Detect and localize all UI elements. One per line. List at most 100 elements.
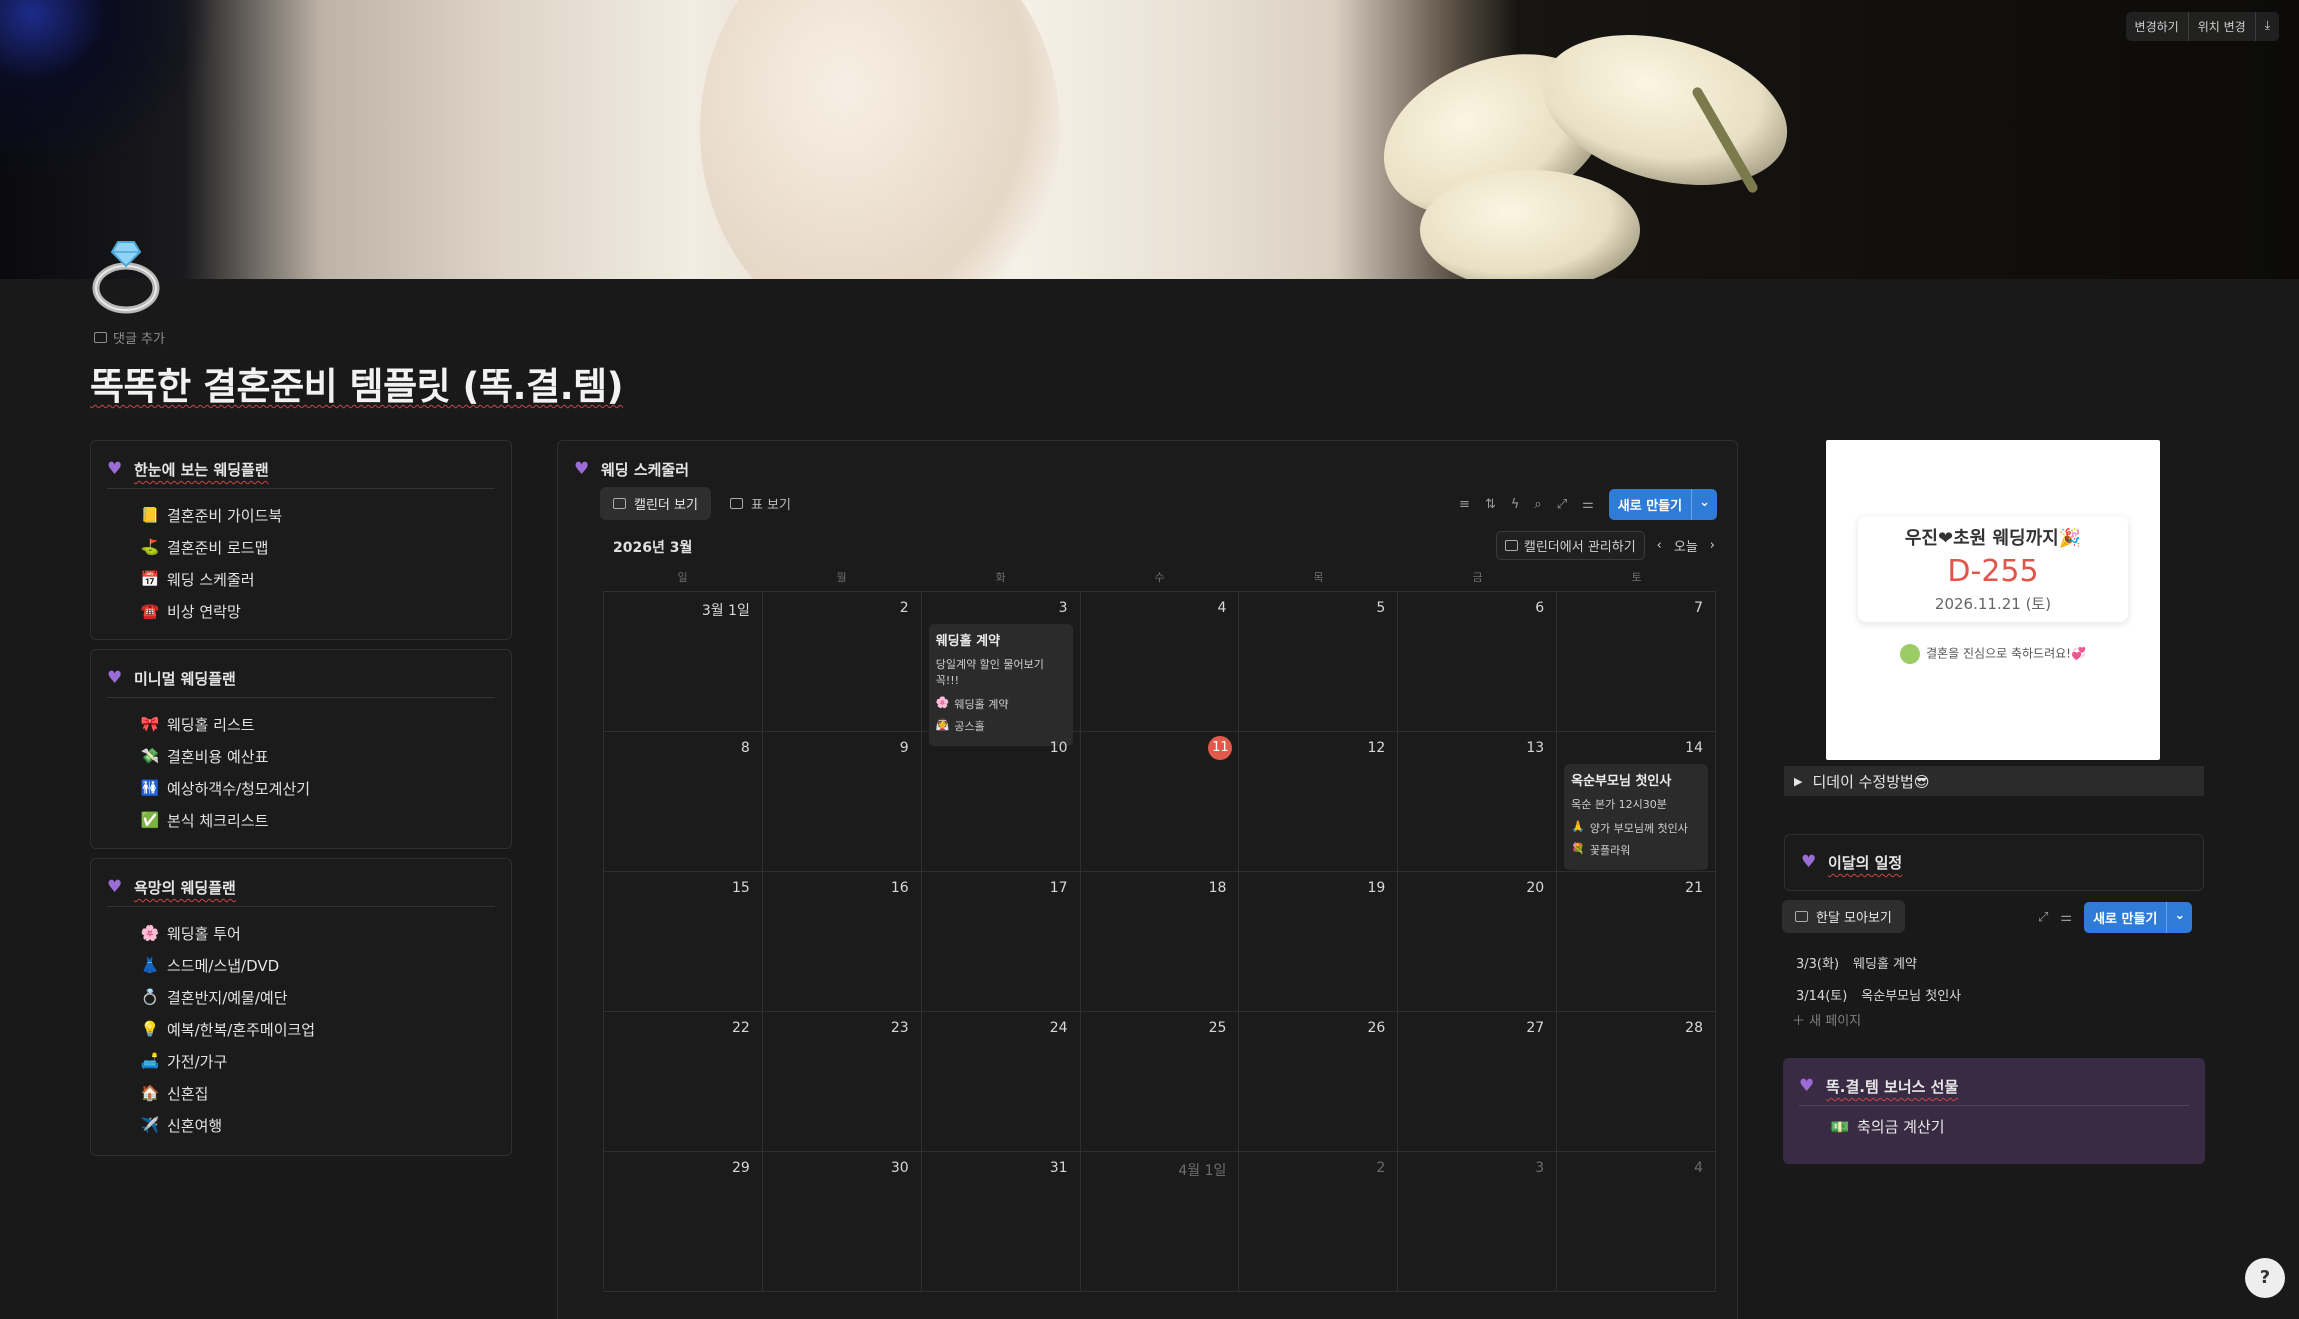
sort-icon[interactable]: ⇅ [1485,497,1496,512]
list-item[interactable]: 3/3(화) 웨딩홀 계약 [1796,946,1961,978]
calendar-day-cell[interactable]: 5 [1239,592,1399,732]
calendar-day-cell[interactable]: 30 [762,1152,922,1292]
ring-icon[interactable] [88,236,168,316]
event-description: 당일계약 할인 물어보기 꼭!!! [935,658,1044,687]
calendar-icon [1795,911,1808,922]
calendar-day-cell[interactable]: 14 옥순부모님 첫인사 옥순 본가 12시30분 🙏 양가 부모님께 첫인사 💐 꽃플라워 [1557,732,1716,872]
link-venue-list[interactable]: 🎀 웨딩홀 리스트 [141,708,511,740]
search-icon[interactable]: ⌕ [1534,497,1541,512]
settings-icon[interactable]: ⚌ [1582,497,1594,512]
calendar-day-cell[interactable]: 10 [921,732,1081,872]
chevron-down-icon[interactable]: ⌄ [2166,902,2192,933]
calendar-day-cell[interactable]: 17 [921,872,1081,1012]
link-contacts[interactable]: ☎️ 비상 연락망 [141,595,511,627]
new-button[interactable]: 새로 만들기 ⌄ [1608,489,1717,520]
calendar-day-cell[interactable]: 13 [1398,732,1558,872]
calendar-day-cell[interactable]: 7 [1557,592,1716,732]
calendar-day-cell[interactable]: 20 [1398,872,1558,1012]
weekday-label: 토 [1631,571,1642,584]
calendar-icon [613,498,626,509]
link-gift-calculator[interactable]: 💵 축의금 계산기 [1831,1116,2205,1137]
link-scheduler[interactable]: 📅 웨딩 스케줄러 [141,563,511,595]
expand-icon[interactable]: ⤢ [1557,497,1567,512]
day-number: 10 [1049,740,1068,756]
dday-toggle[interactable]: ▶ 디데이 수정방법😎 [1784,766,2204,796]
change-cover-button[interactable]: 변경하기 [2126,12,2188,41]
link-venue-tour[interactable]: 🌸 웨딩홀 투어 [141,917,511,949]
panel-title: 욕망의 웨딩플랜 [134,879,236,897]
link-guest-calc[interactable]: 🚻 예상하객수/청모계산기 [141,772,511,804]
calendar-day-cell[interactable]: 24 [921,1012,1081,1152]
chevron-down-icon[interactable]: ⌄ [1691,489,1717,520]
calendar-day-cell[interactable]: 25 [1080,1012,1240,1152]
tab-month-all[interactable]: 한달 모아보기 [1782,900,1905,933]
calendar-day-cell[interactable]: 2 [1239,1152,1399,1292]
dday-widget[interactable]: 우진❤초원 웨딩까지🎉 D-255 2026.11.21 (토) 결혼을 진심으… [1826,440,2160,760]
panel-header: ♥ 이달의 일정 [1801,852,2187,881]
tab-calendar-view[interactable]: 캘린더 보기 [600,487,711,520]
list-item[interactable]: 3/14(토) 옥순부모님 첫인사 [1796,978,1961,1010]
link-roadmap[interactable]: ⛳ 결혼준비 로드맵 [141,531,511,563]
link-honeymoon[interactable]: ✈️ 신혼여행 [141,1109,511,1141]
calendar-day-cell[interactable]: 28 [1557,1012,1716,1152]
calendar-event-card[interactable]: 웨딩홀 계약 당일계약 할인 물어보기 꼭!!! 🌸 웨딩홀 계약 👰 공스홀 [928,624,1073,746]
link-checklist[interactable]: ✅ 본식 체크리스트 [141,804,511,836]
link-guidebook[interactable]: 📒 결혼준비 가이드북 [141,499,511,531]
calendar-day-cell[interactable]: 22 [604,1012,763,1152]
automation-icon[interactable]: ϟ [1511,497,1520,512]
calendar-day-cell[interactable]: 15 [604,872,763,1012]
calendar-day-cell[interactable]: 16 [762,872,922,1012]
calendar-day-cell[interactable]: 31 [921,1152,1081,1292]
link-budget[interactable]: 💸 결혼비용 예산표 [141,740,511,772]
calendar-day-cell[interactable]: 11 [1080,732,1240,872]
add-comment-button[interactable]: 댓글 추가 [94,328,165,347]
calendar-day-cell[interactable]: 19 [1239,872,1399,1012]
filter-icon[interactable]: ≡ [1459,497,1470,512]
link-studio[interactable]: 👗 스드메/스냅/DVD [141,949,511,981]
calendar-day-cell[interactable]: 21 [1557,872,1716,1012]
chevron-left-icon[interactable]: ‹ [1657,538,1662,553]
link-home[interactable]: 🏠 신혼집 [141,1077,511,1109]
day-number: 17 [1049,880,1068,896]
calendar-day-cell[interactable]: 3월 1일 [604,592,763,732]
calendar-day-cell[interactable]: 4 [1080,592,1240,732]
calendar-day-cell[interactable]: 26 [1239,1012,1399,1152]
expand-icon[interactable]: ⤢ [2038,910,2048,925]
today-date-marker: 11 [1208,736,1233,760]
calendar-day-cell[interactable]: 4월 1일 [1080,1152,1240,1292]
reposition-cover-button[interactable]: 위치 변경 [2187,12,2255,41]
today-button[interactable]: 오늘 [1674,536,1698,555]
settings-icon[interactable]: ⚌ [2060,910,2072,925]
calendar-day-cell[interactable]: 2 [762,592,922,732]
calendar-day-cell[interactable]: 6 [1398,592,1558,732]
calendar-day-cell[interactable]: 4 [1557,1152,1716,1292]
calendar-day-cell[interactable]: 3 [1398,1152,1558,1292]
calendar-day-cell[interactable]: 9 [762,732,922,872]
triangle-right-icon[interactable]: ▶ [1794,775,1802,788]
panel-title: 미니멀 웨딩플랜 [134,670,236,688]
calendar-day-cell[interactable]: 12 [1239,732,1399,872]
calendar-day-cell[interactable]: 3 웨딩홀 계약 당일계약 할인 물어보기 꼭!!! 🌸 웨딩홀 계약 👰 공스홀 [921,592,1081,746]
calendar-day-cell[interactable]: 18 [1080,872,1240,1012]
calendar-day-cell[interactable]: 27 [1398,1012,1558,1152]
help-button[interactable]: ? [2245,1258,2285,1298]
tab-table-view[interactable]: 표 보기 [717,487,804,520]
day-number: 15 [732,880,750,896]
calendar-day-cell[interactable]: 23 [762,1012,922,1152]
manage-in-calendar-button[interactable]: 캘린더에서 관리하기 [1495,531,1645,560]
link-attire[interactable]: 💡 예복/한복/혼주메이크업 [141,1013,511,1045]
calendar-grid: 3월 1일 2 3 웨딩홀 계약 당일계약 할인 물어보기 꼭!!! 🌸 웨딩홀 계약 👰 공스… [603,591,1716,1292]
ring-icon: 💍 [140,988,160,1006]
dday-box: 우진❤초원 웨딩까지🎉 D-255 2026.11.21 (토) [1858,516,2128,622]
link-rings[interactable]: 💍 결혼반지/예물/예단 [141,981,511,1013]
calendar-event-card[interactable]: 옥순부모님 첫인사 옥순 본가 12시30분 🙏 양가 부모님께 첫인사 💐 꽃플라워 [1564,764,1708,870]
new-button[interactable]: 새로 만들기 ⌄ [2084,902,2193,933]
calendar-day-cell[interactable]: 29 [604,1152,763,1292]
item-title: 웨딩홀 계약 [1853,956,1917,972]
link-furniture[interactable]: 🛋️ 가전/가구 [141,1045,511,1077]
calendar-day-cell[interactable]: 8 [604,732,763,872]
new-page-button[interactable]: ＋ 새 페이지 [1792,1010,1861,1029]
chevron-right-icon[interactable]: › [1710,538,1715,553]
page-title[interactable]: 똑똑한 결혼준비 템플릿 (똑.결.템) [90,356,624,410]
download-icon[interactable]: ⤓ [2254,12,2279,41]
